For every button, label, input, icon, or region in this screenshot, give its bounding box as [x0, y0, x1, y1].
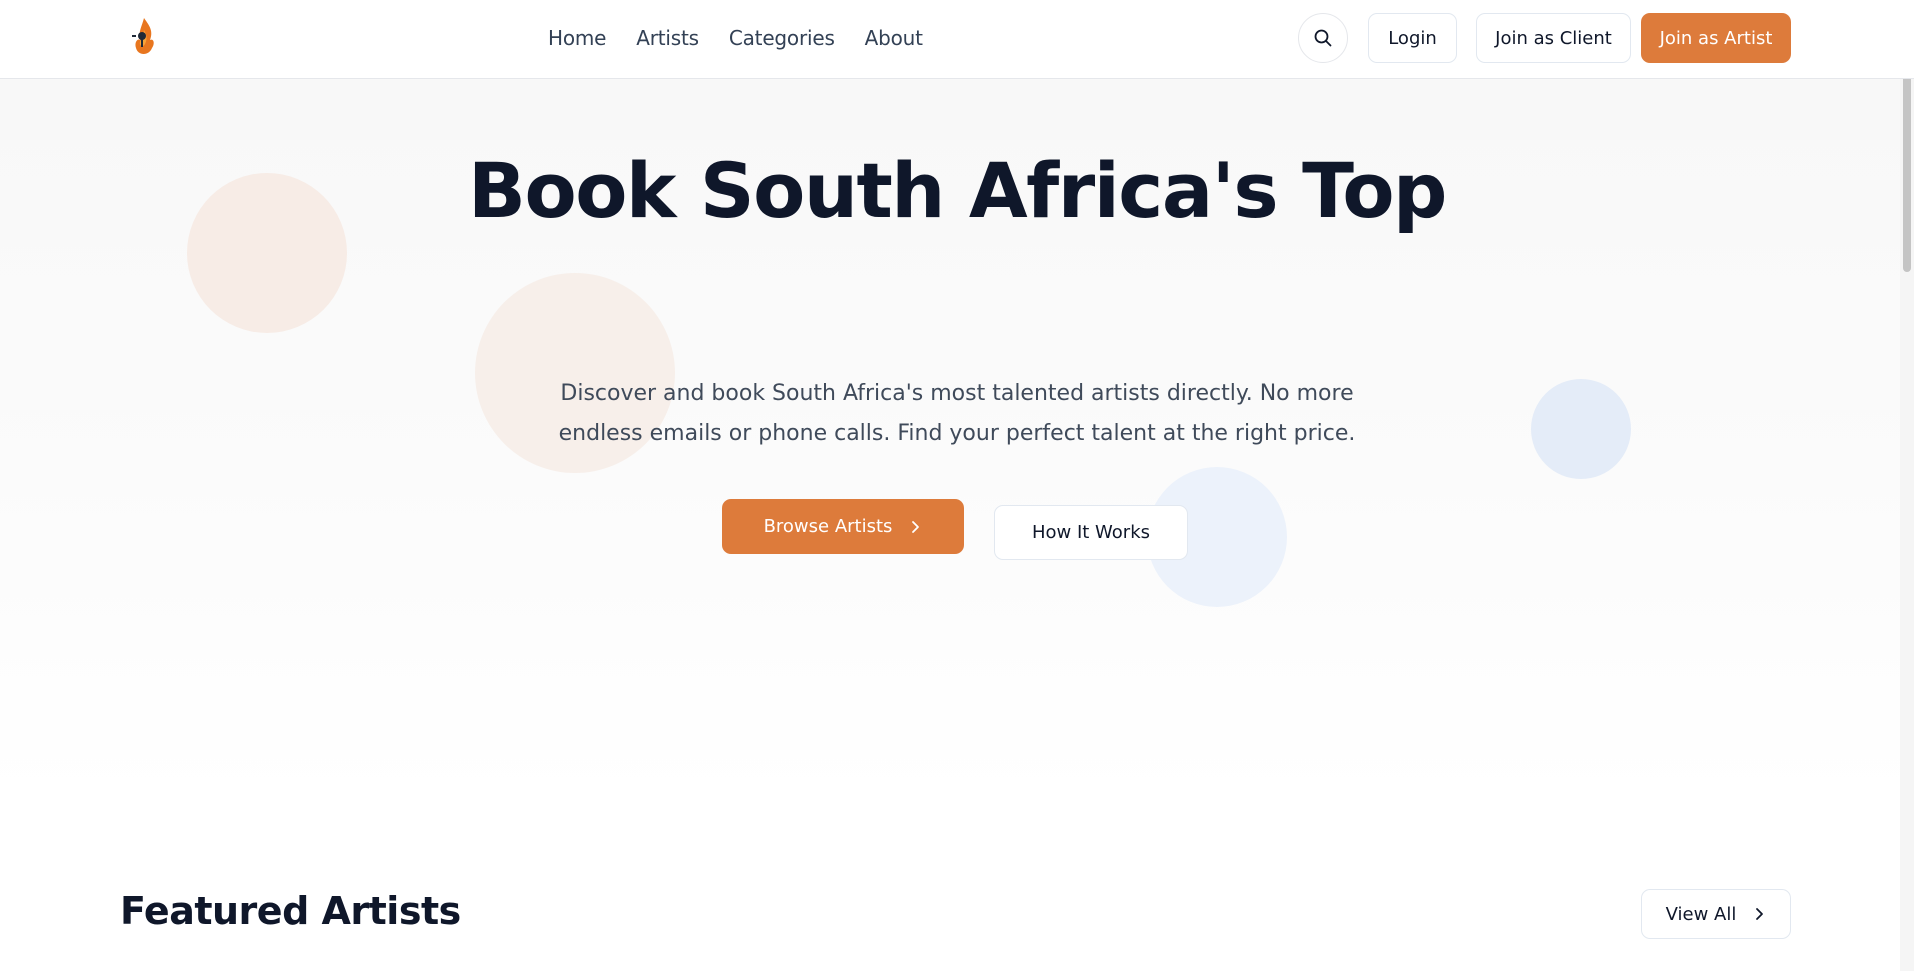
login-button[interactable]: Login — [1368, 13, 1457, 63]
page-scrollbar[interactable] — [1900, 0, 1914, 971]
browse-artists-label: Browse Artists — [763, 516, 893, 537]
hero-subtitle: Discover and book South Africa's most ta… — [557, 374, 1357, 454]
decorative-circle — [1531, 379, 1631, 479]
featured-artists-title: Featured Artists — [120, 889, 461, 933]
join-client-button[interactable]: Join as Client — [1476, 13, 1631, 63]
browse-artists-button[interactable]: Browse Artists — [722, 499, 964, 554]
chevron-right-icon — [1756, 908, 1764, 920]
logo-icon[interactable] — [130, 16, 158, 58]
join-artist-button[interactable]: Join as Artist — [1641, 13, 1791, 63]
hero-subtitle-line1: Discover and book South Africa's most ta… — [560, 381, 1354, 406]
view-all-label: View All — [1665, 903, 1737, 925]
chevron-right-icon — [912, 520, 920, 533]
search-button[interactable] — [1298, 13, 1348, 63]
view-all-button[interactable]: View All — [1641, 889, 1791, 939]
site-header: Home Artists Categories About Login Join… — [0, 0, 1914, 79]
search-icon — [1314, 29, 1332, 47]
how-it-works-button[interactable]: How It Works — [994, 505, 1188, 560]
main-nav: Home Artists Categories About — [548, 22, 923, 54]
nav-home[interactable]: Home — [548, 22, 606, 54]
nav-about[interactable]: About — [865, 22, 923, 54]
nav-artists[interactable]: Artists — [636, 22, 699, 54]
nav-categories[interactable]: Categories — [729, 22, 835, 54]
hero-subtitle-line2: endless emails or phone calls. Find your… — [558, 421, 1356, 446]
hero-title: Book South Africa's Top — [468, 146, 1447, 235]
